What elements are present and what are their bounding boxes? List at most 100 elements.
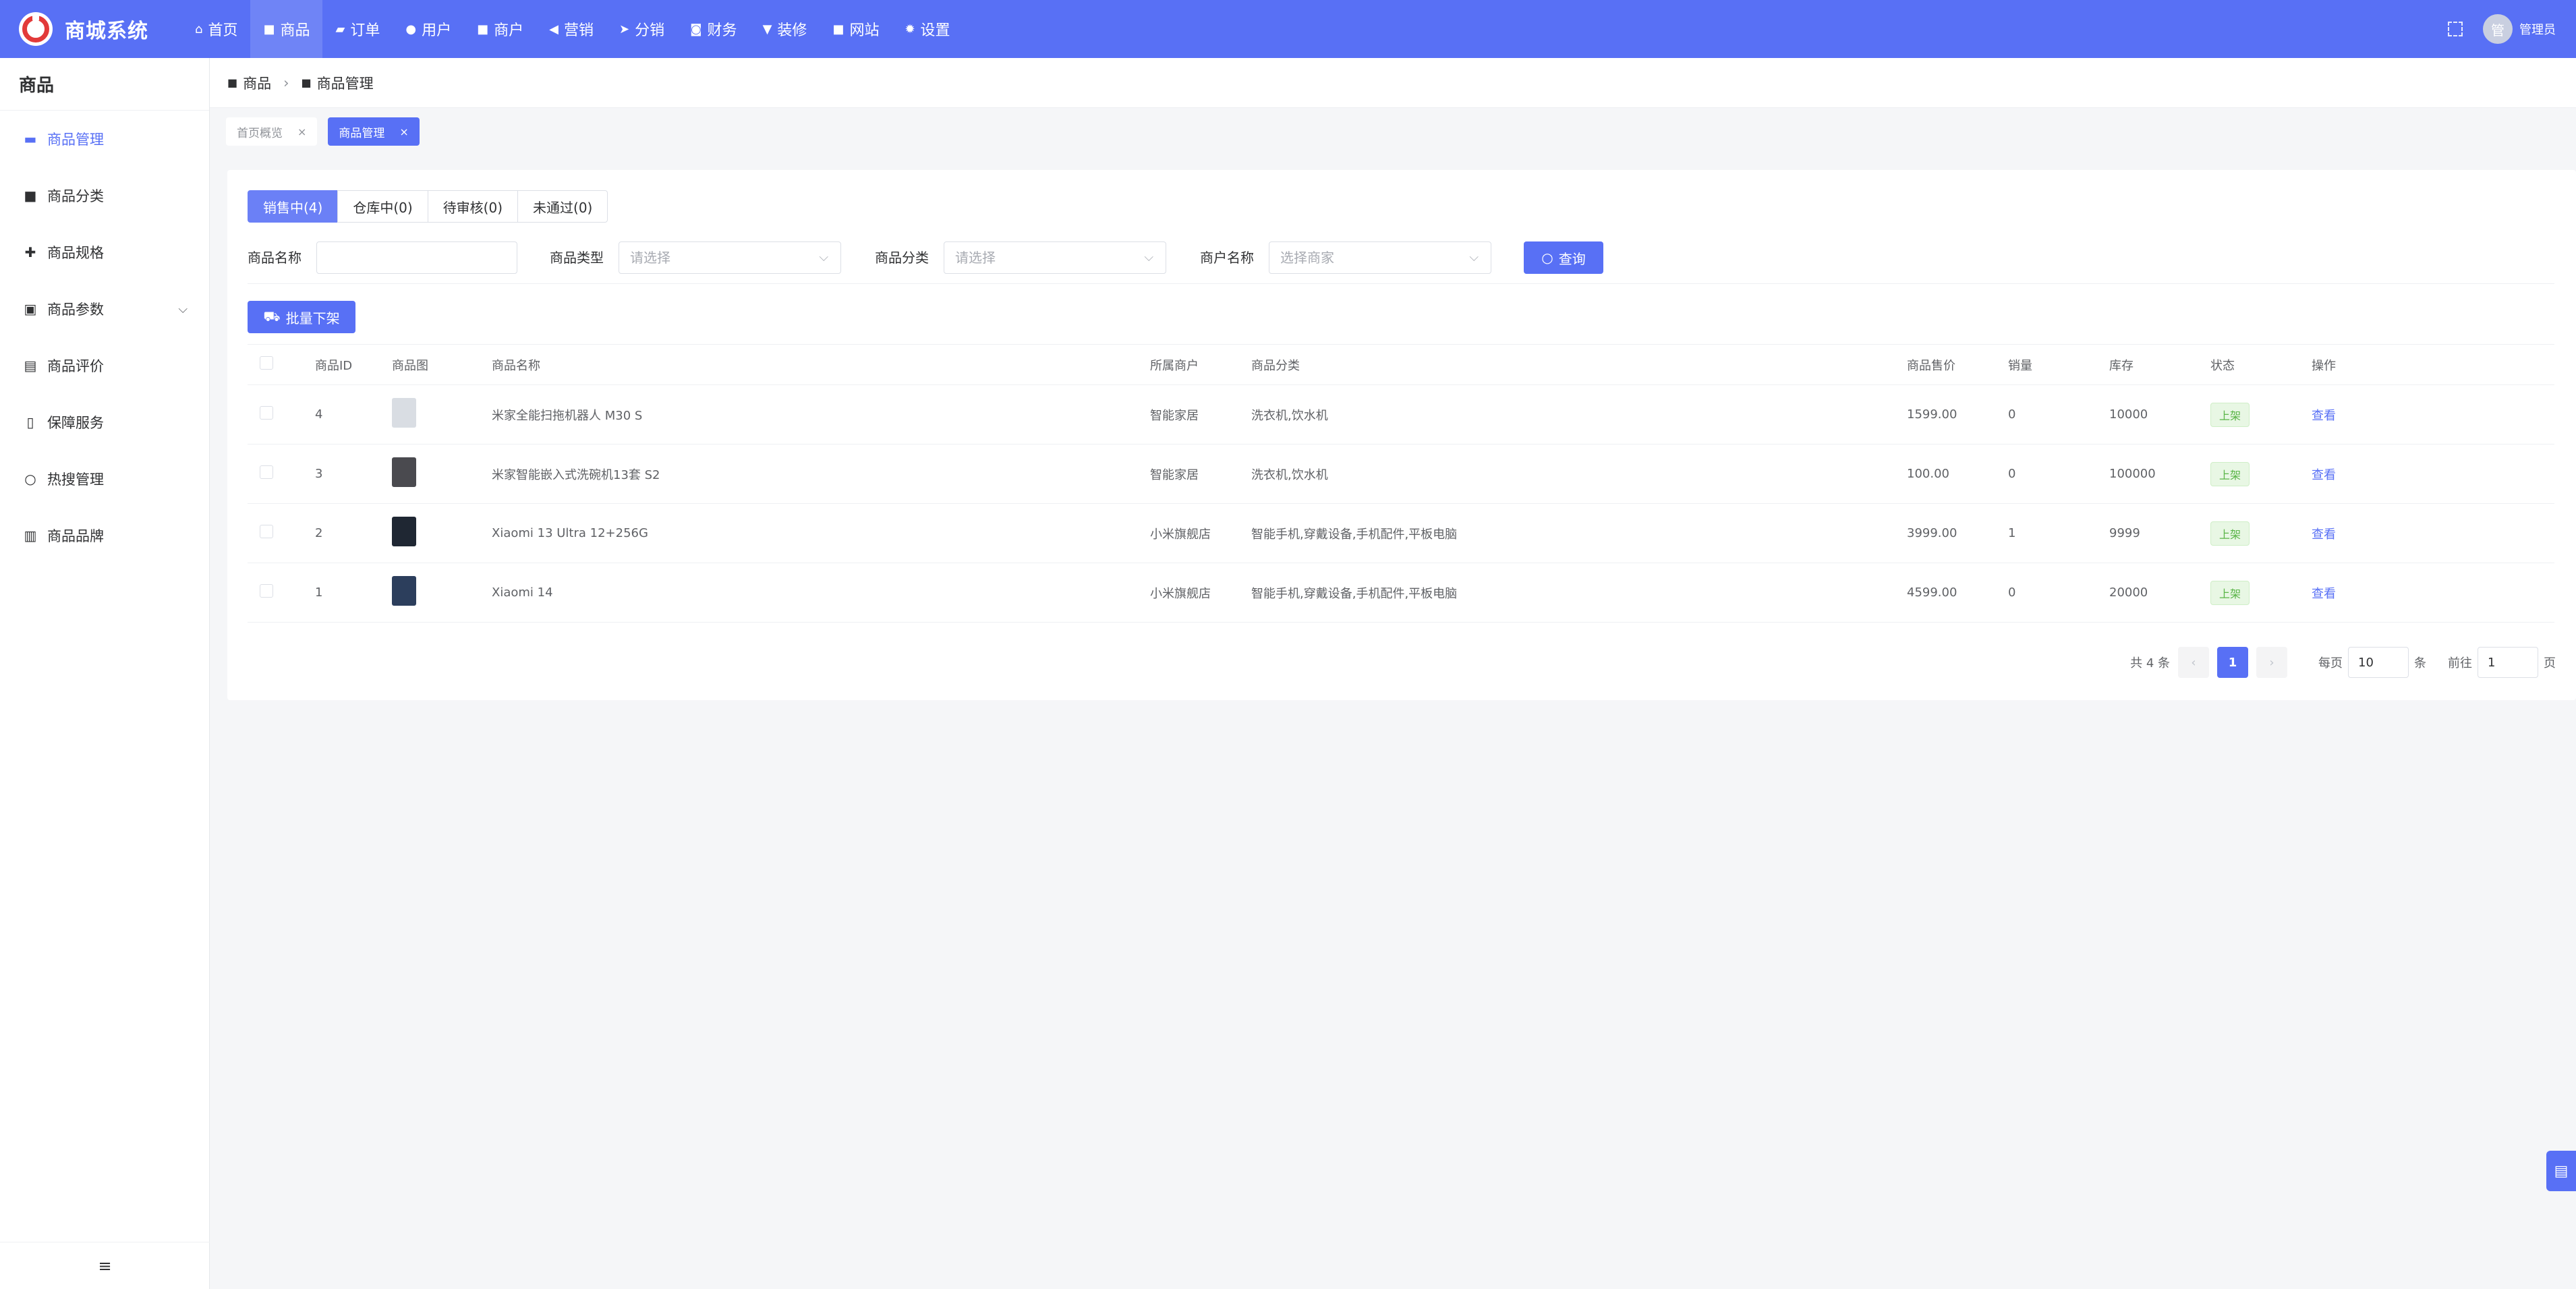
nav-item-10[interactable]: ✹ 设置 xyxy=(892,0,963,58)
product-type-select[interactable]: 请选择 ⌵ xyxy=(619,241,841,274)
view-link[interactable]: 查看 xyxy=(2312,468,2336,482)
search-icon: ○ xyxy=(24,471,36,487)
page-number-button[interactable]: 1 xyxy=(2217,647,2248,678)
page-tab-1[interactable]: 商品管理 × xyxy=(328,117,420,146)
product-type-label: 商品类型 xyxy=(550,250,604,266)
row-checkbox[interactable] xyxy=(260,525,273,538)
close-icon[interactable]: × xyxy=(297,125,306,138)
status-tabs: 销售中(4) 仓库中(0) 待审核(0) 未通过(0) xyxy=(248,190,608,223)
cell-merchant: 智能家居 xyxy=(1150,384,1251,445)
chevron-down-icon: ⌵ xyxy=(1469,250,1479,264)
brand[interactable]: 商城系统 xyxy=(0,0,182,58)
cell-category: 洗衣机,饮水机 xyxy=(1251,444,1907,504)
nav-item-0[interactable]: ⌂ 首页 xyxy=(182,0,250,58)
cell-name: 米家全能扫拖机器人 M30 S xyxy=(492,384,1150,445)
col-price: 商品售价 xyxy=(1907,344,2008,385)
table-header-row: 商品ID 商品图 商品名称 所属商户 商品分类 商品售价 销量 库存 状态 操作 xyxy=(248,344,2554,385)
batch-offshelf-button[interactable]: ⛟ 批量下架 xyxy=(248,301,355,333)
sidebar-item-7[interactable]: ▥ 商品品牌 xyxy=(0,507,209,564)
nav-item-9[interactable]: ■ 网站 xyxy=(820,0,892,58)
row-checkbox[interactable] xyxy=(260,465,273,479)
floating-service-button[interactable]: ▤ xyxy=(2546,1151,2576,1191)
sidebar-item-5[interactable]: ▯ 保障服务 xyxy=(0,394,209,451)
sidebar-item-6[interactable]: ○ 热搜管理 xyxy=(0,451,209,507)
sidebar-item-1[interactable]: ■ 商品分类 xyxy=(0,167,209,224)
fullscreen-icon[interactable] xyxy=(2448,22,2463,36)
product-table: 商品ID 商品图 商品名称 所属商户 商品分类 商品售价 销量 库存 状态 操作… xyxy=(248,344,2554,623)
app-name: 商城系统 xyxy=(65,20,148,43)
row-checkbox[interactable] xyxy=(260,584,273,598)
view-link[interactable]: 查看 xyxy=(2312,527,2336,542)
wallet-icon: ◙ xyxy=(690,22,702,36)
brush-icon: ▼ xyxy=(762,22,772,36)
goto-page-input[interactable]: 1 xyxy=(2478,647,2538,678)
product-category-select[interactable]: 请选择 ⌵ xyxy=(944,241,1166,274)
status-tab-2[interactable]: 待审核(0) xyxy=(427,190,519,223)
cell-name: 米家智能嵌入式洗碗机13套 S2 xyxy=(492,444,1150,504)
col-sales: 销量 xyxy=(2008,344,2109,385)
total-count: 共 4 条 xyxy=(2130,656,2170,670)
per-page-input[interactable]: 10 xyxy=(2348,647,2409,678)
chevron-down-icon: ⌵ xyxy=(819,250,828,264)
merchant-select[interactable]: 选择商家 ⌵ xyxy=(1269,241,1491,274)
status-tab-0[interactable]: 销售中(4) xyxy=(248,190,339,223)
product-name-input[interactable] xyxy=(316,241,517,274)
sidebar-item-4[interactable]: ▤ 商品评价 xyxy=(0,337,209,394)
nav-item-5[interactable]: ◀ 营销 xyxy=(536,0,606,58)
cell-merchant: 小米旗舰店 xyxy=(1150,563,1251,623)
breadcrumb: ■ 商品 › ■ 商品管理 xyxy=(210,58,2576,108)
nav-item-label: 营销 xyxy=(563,22,594,39)
product-name-label: 商品名称 xyxy=(248,250,302,266)
user-name[interactable]: 管理员 xyxy=(2519,20,2556,38)
collapse-menu-button[interactable]: ≡ xyxy=(0,1242,210,1289)
cell-name: Xiaomi 14 xyxy=(492,563,1150,623)
search-icon: ○ xyxy=(1541,250,1553,266)
sidebar: 商品 ▬ 商品管理 ■ 商品分类 ✚ 商品规格 ▣ 商品参数 ⌵ ▤ 商品评价 ▯ 保障服务 ○ 热搜管理 ▥… xyxy=(0,58,210,1289)
cell-id: 4 xyxy=(315,384,392,445)
avatar[interactable]: 管 xyxy=(2483,14,2513,44)
sidebar-item-2[interactable]: ✚ 商品规格 xyxy=(0,224,209,281)
nav-item-8[interactable]: ▼ 装修 xyxy=(750,0,820,58)
row-checkbox[interactable] xyxy=(260,406,273,420)
status-tab-3[interactable]: 未通过(0) xyxy=(517,190,608,223)
view-link[interactable]: 查看 xyxy=(2312,409,2336,423)
close-icon[interactable]: × xyxy=(399,125,408,138)
nav-item-7[interactable]: ◙ 财务 xyxy=(677,0,749,58)
sidebar-item-label: 保障服务 xyxy=(47,415,104,431)
prev-page-button[interactable]: ‹ xyxy=(2178,647,2209,678)
status-tab-1[interactable]: 仓库中(0) xyxy=(337,190,428,223)
nav-item-3[interactable]: ● 用户 xyxy=(393,0,464,58)
page-tab-label: 商品管理 xyxy=(339,126,385,140)
cell-price: 1599.00 xyxy=(1907,384,2008,445)
sidebar-item-label: 商品评价 xyxy=(47,358,104,374)
page-tab-0[interactable]: 首页概览 × xyxy=(226,117,318,146)
nav-item-6[interactable]: ➤ 分销 xyxy=(606,0,677,58)
sidebar-item-label: 热搜管理 xyxy=(47,471,104,488)
nav-item-2[interactable]: ▰ 订单 xyxy=(322,0,393,58)
nav-item-1[interactable]: ■ 商品 xyxy=(250,0,323,58)
clipboard-icon: ▣ xyxy=(24,301,37,317)
product-list-card: 销售中(4) 仓库中(0) 待审核(0) 未通过(0) 商品名称 商品类型 请选择 ⌵… xyxy=(227,170,2576,700)
pagination: 共 4 条 ‹ 1 › 每页 10 条 前往 1 页 xyxy=(2130,646,2556,679)
table-row: 1 Xiaomi 14 小米旗舰店 智能手机,穿戴设备,手机配件,平板电脑 4599.0… xyxy=(248,563,2554,623)
nav-item-label: 分销 xyxy=(635,22,665,39)
col-id: 商品ID xyxy=(315,344,392,385)
sidebar-item-label: 商品分类 xyxy=(47,188,104,204)
chevron-left-icon: ‹ xyxy=(2191,655,2196,670)
sidebar-item-0[interactable]: ▬ 商品管理 xyxy=(0,111,209,167)
breadcrumb-current: 商品管理 xyxy=(316,75,374,92)
sidebar-item-label: 商品品牌 xyxy=(47,528,104,544)
sidebar-item-3[interactable]: ▣ 商品参数 ⌵ xyxy=(0,281,209,337)
top-header: 商城系统 ⌂ 首页 ■ 商品 ▰ 订单 ● 用户 ■ 商户 ◀ 营销 ➤ 分销 ◙ 财务 ▼ 装修 ■ 网站 ✹ 设置 管… xyxy=(0,0,2576,58)
select-all-checkbox[interactable] xyxy=(260,356,273,370)
nav-item-4[interactable]: ■ 商户 xyxy=(464,0,536,58)
query-button[interactable]: ○ 查询 xyxy=(1524,241,1603,274)
view-link[interactable]: 查看 xyxy=(2312,587,2336,601)
cell-stock: 20000 xyxy=(2109,563,2210,623)
sidebar-item-label: 商品规格 xyxy=(47,245,104,261)
next-page-button[interactable]: › xyxy=(2256,647,2287,678)
breadcrumb-root[interactable]: 商品 xyxy=(243,73,271,93)
document-icon: ▯ xyxy=(26,414,34,430)
cell-category: 智能手机,穿戴设备,手机配件,平板电脑 xyxy=(1251,503,1907,563)
cell-price: 3999.00 xyxy=(1907,503,2008,563)
